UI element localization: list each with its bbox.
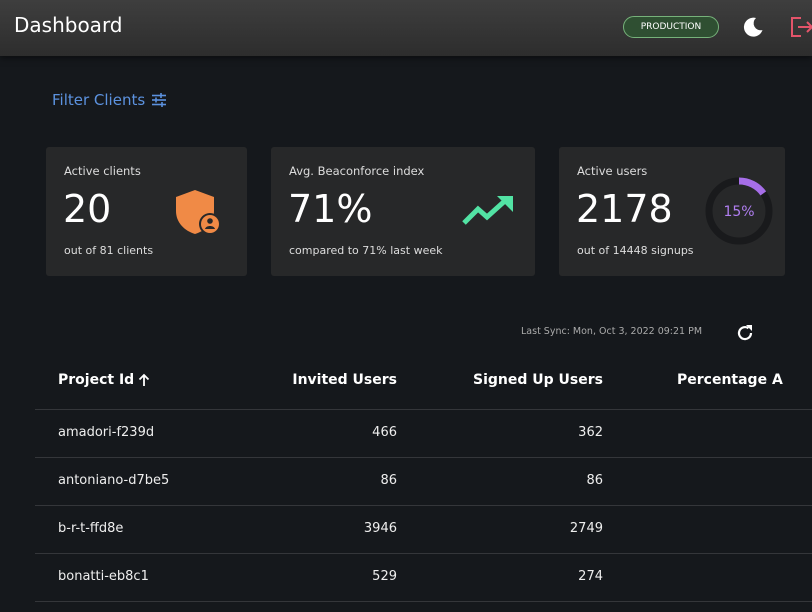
cell-invited-users: 86 bbox=[380, 473, 397, 488]
top-bar: Dashboard PRODUCTION bbox=[0, 0, 812, 56]
table-row[interactable]: amadori-f239d 466 362 bbox=[35, 409, 812, 458]
moon-icon[interactable] bbox=[741, 15, 765, 39]
table-row[interactable]: b-r-t-ffd8e 3946 2749 bbox=[35, 505, 812, 554]
column-header-label: Project Id bbox=[58, 372, 135, 388]
refresh-icon[interactable] bbox=[735, 323, 755, 343]
card-subtext: out of 14448 signups bbox=[577, 244, 694, 257]
active-clients-card: Active clients 20 out of 81 clients bbox=[46, 147, 247, 276]
beaconforce-index-card: Avg. Beaconforce index 71% compared to 7… bbox=[271, 147, 535, 276]
cell-project-id: b-r-t-ffd8e bbox=[58, 521, 124, 536]
column-header-project-id[interactable]: Project Id bbox=[58, 372, 151, 388]
filter-clients-label: Filter Clients bbox=[52, 91, 146, 109]
cell-signed-up-users: 2749 bbox=[569, 521, 603, 536]
card-subtext: out of 81 clients bbox=[64, 244, 154, 257]
active-users-card: Active users 2178 out of 14448 signups 1… bbox=[559, 147, 785, 276]
cell-signed-up-users: 274 bbox=[578, 569, 603, 584]
sort-ascending-icon bbox=[139, 373, 150, 386]
card-label: Active clients bbox=[64, 164, 141, 178]
sliders-icon bbox=[152, 93, 167, 107]
card-label: Avg. Beaconforce index bbox=[289, 164, 425, 178]
app-title: Dashboard bbox=[14, 13, 123, 37]
last-sync-text: Last Sync: Mon, Oct 3, 2022 09:21 PM bbox=[521, 326, 703, 337]
cell-signed-up-users: 86 bbox=[586, 473, 603, 488]
shield-user-icon bbox=[176, 190, 221, 235]
card-label: Active users bbox=[577, 164, 648, 178]
cell-signed-up-users: 362 bbox=[578, 425, 603, 440]
card-subtext: compared to 71% last week bbox=[289, 244, 443, 257]
column-header-percentage[interactable]: Percentage A bbox=[677, 372, 783, 388]
trending-up-icon bbox=[462, 196, 513, 225]
filter-clients-button[interactable]: Filter Clients bbox=[52, 91, 167, 109]
signup-ratio-ring: 15% bbox=[705, 177, 773, 245]
table-row-divider bbox=[35, 601, 812, 612]
card-value: 2178 bbox=[576, 187, 673, 231]
cell-invited-users: 529 bbox=[372, 569, 397, 584]
logout-icon[interactable] bbox=[788, 14, 812, 40]
column-header-signed-up-users[interactable]: Signed Up Users bbox=[420, 372, 603, 388]
cell-project-id: antoniano-d7be5 bbox=[58, 473, 170, 488]
cell-invited-users: 3946 bbox=[363, 521, 397, 536]
table-row[interactable]: antoniano-d7be5 86 86 bbox=[35, 457, 812, 506]
card-value: 71% bbox=[288, 187, 373, 231]
cell-project-id: amadori-f239d bbox=[58, 425, 155, 440]
cell-invited-users: 466 bbox=[372, 425, 397, 440]
ring-percent-label: 15% bbox=[723, 204, 754, 220]
table-row[interactable]: bonatti-eb8c1 529 274 bbox=[35, 553, 812, 602]
environment-badge[interactable]: PRODUCTION bbox=[623, 16, 719, 38]
card-value: 20 bbox=[63, 187, 112, 231]
column-header-invited-users[interactable]: Invited Users bbox=[220, 372, 397, 388]
cell-project-id: bonatti-eb8c1 bbox=[58, 569, 149, 584]
